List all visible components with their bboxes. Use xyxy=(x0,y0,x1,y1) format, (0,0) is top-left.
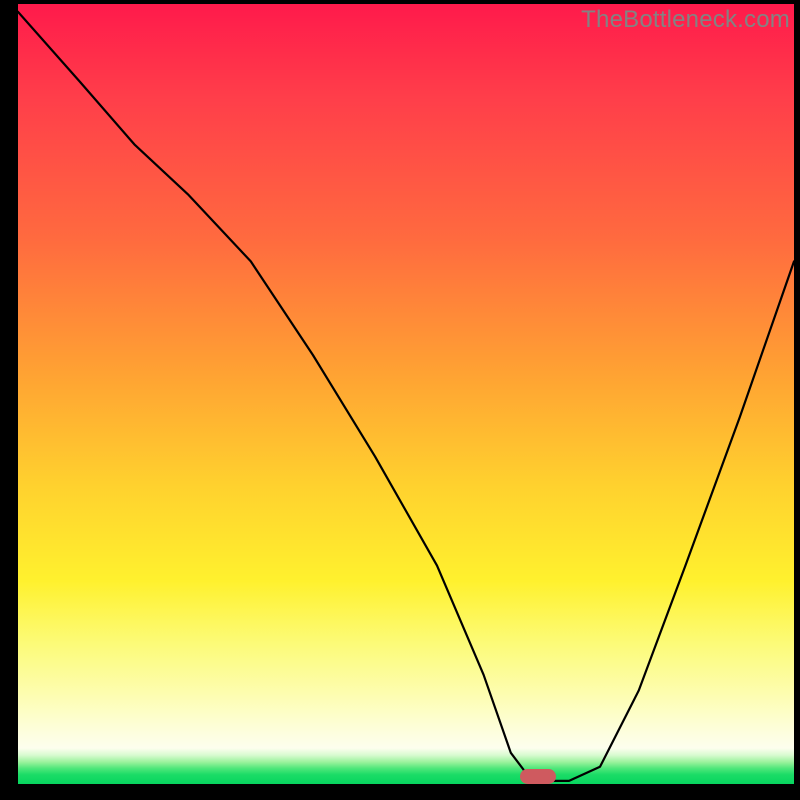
watermark-text: TheBottleneck.com xyxy=(581,6,790,34)
frame-bottom xyxy=(0,784,800,800)
bottleneck-chart: TheBottleneck.com xyxy=(0,0,800,800)
curve-layer xyxy=(18,4,794,784)
frame-right xyxy=(794,0,800,800)
bottleneck-curve xyxy=(18,12,794,781)
frame-left xyxy=(0,0,18,800)
plot-area xyxy=(18,4,794,784)
optimal-marker xyxy=(520,769,556,784)
